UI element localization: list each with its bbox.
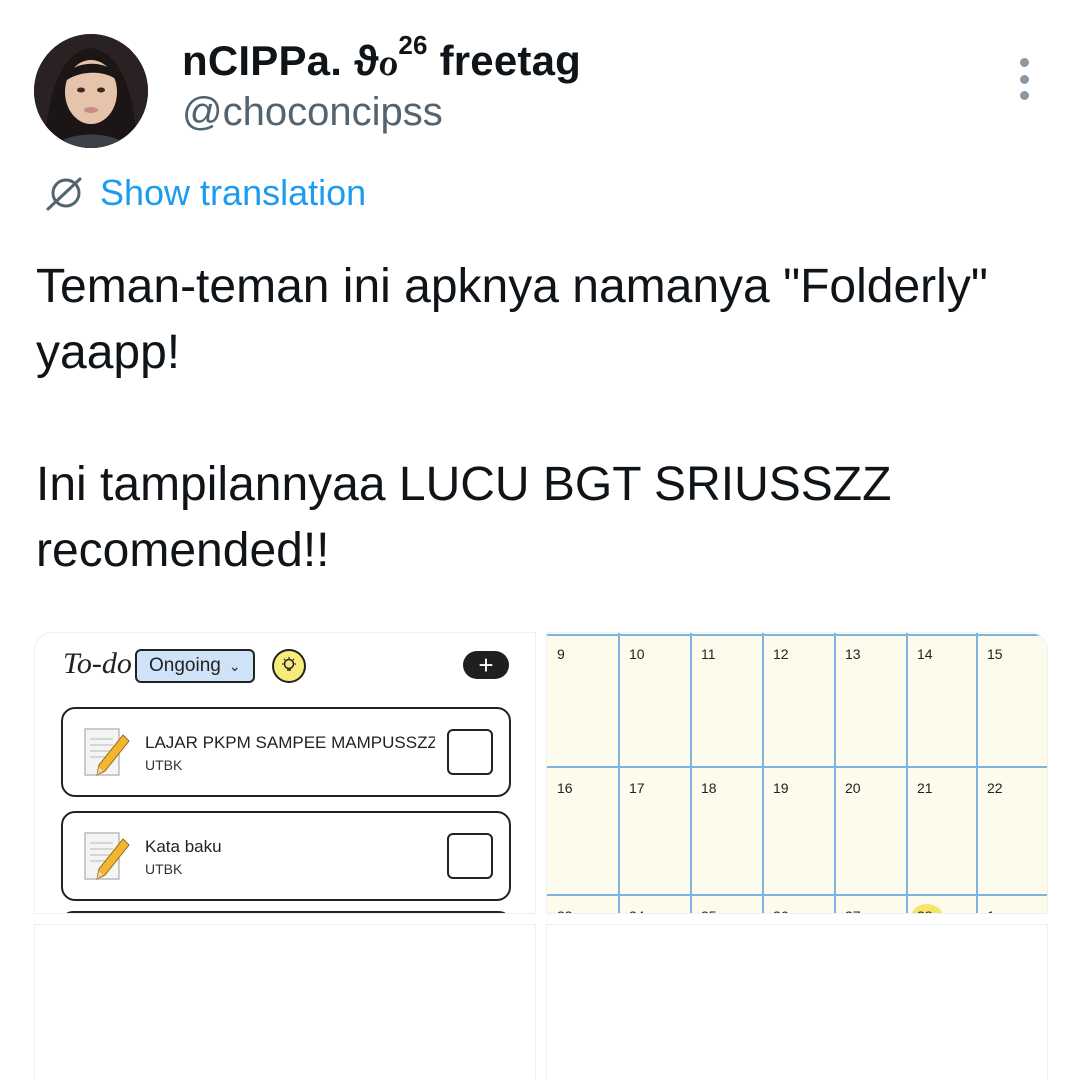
media-image-3[interactable] [34, 924, 536, 1080]
calendar-grid: 9 10 11 12 13 14 15 16 17 18 19 20 21 22 23 24 25 26 27 28 1 [547, 633, 1047, 913]
task-checkbox[interactable] [447, 833, 493, 879]
lightbulb-button[interactable] [272, 649, 306, 683]
tweet-paragraph: Teman-teman ini apknya namanya "Folderly… [36, 260, 988, 379]
show-translation-link[interactable]: Show translation [44, 172, 366, 214]
calendar-day[interactable]: 20 [845, 780, 861, 796]
display-name-superscript: 26 [398, 30, 428, 60]
task-title: Kata baku [145, 837, 222, 856]
display-name-suffix: freetag [439, 37, 582, 84]
calendar-day[interactable]: 25 [701, 908, 717, 913]
calendar-day[interactable]: 22 [987, 780, 1003, 796]
task-checkbox[interactable] [447, 729, 493, 775]
calendar-day[interactable]: 27 [845, 908, 861, 913]
task-card[interactable]: LAJAR PKPM SAMPEE MAMPUSSZZ! UTBK [61, 707, 511, 797]
todo-filter-dropdown[interactable]: Ongoing ⌄ [135, 649, 255, 683]
media-image-4[interactable] [546, 924, 1048, 1080]
calendar-day[interactable]: 17 [629, 780, 645, 796]
show-translation-label: Show translation [100, 172, 367, 213]
media-image-todo[interactable]: To-do Ongoing ⌄ + LAJAR PKPM SAMPEE MAMP… [34, 632, 536, 914]
calendar-day[interactable]: 26 [773, 908, 789, 913]
calendar-day[interactable]: 9 [557, 646, 565, 662]
task-title: LAJAR PKPM SAMPEE MAMPUSSZZ! [145, 733, 435, 752]
media-image-calendar[interactable]: 9 10 11 12 13 14 15 16 17 18 19 20 21 22 23 24 25 26 27 28 1 [546, 632, 1048, 914]
calendar-day[interactable]: 10 [629, 646, 645, 662]
calendar-day[interactable]: 15 [987, 646, 1003, 662]
task-tag: UTBK [145, 861, 183, 877]
media-grid: To-do Ongoing ⌄ + LAJAR PKPM SAMPEE MAMP… [34, 632, 1048, 1080]
calendar-day[interactable]: 11 [701, 646, 716, 662]
calendar-day[interactable]: 23 [557, 908, 573, 913]
task-card[interactable]: Kata baku UTBK [61, 811, 511, 901]
calendar-day[interactable]: 24 [629, 908, 645, 913]
note-pencil-icon [84, 832, 130, 880]
task-tag: UTBK [145, 757, 183, 773]
user-handle[interactable]: @choconcipss [182, 90, 443, 135]
task-card-peek [61, 911, 511, 913]
calendar-day[interactable]: 16 [557, 780, 573, 796]
todo-filter-label: Ongoing [149, 655, 221, 676]
globe-slash-icon [46, 177, 82, 211]
calendar-day[interactable]: 18 [701, 780, 717, 796]
calendar-day[interactable]: 1 [987, 908, 995, 913]
tweet-detail: nCIPPa. ϑℴ26 freetag @choconcipss Show t… [0, 0, 1080, 1080]
note-pencil-icon [84, 728, 130, 776]
tweet-paragraph: Ini tampilannyaa LUCU BGT SRIUSSZZ recom… [36, 458, 892, 577]
calendar-day[interactable]: 21 [917, 780, 933, 796]
more-dot-icon [1019, 74, 1029, 84]
lightbulb-icon [282, 657, 296, 671]
add-task-button[interactable]: + [463, 651, 509, 679]
more-dot-icon [1019, 58, 1029, 67]
more-dot-icon [1019, 91, 1029, 100]
display-name[interactable]: nCIPPa. ϑℴ26 freetag [182, 30, 582, 85]
todo-title: To-do [63, 647, 132, 680]
display-name-text: nCIPPa. ϑℴ [182, 37, 399, 84]
calendar-day[interactable]: 28 [917, 908, 933, 913]
avatar[interactable] [34, 34, 148, 148]
chevron-down-icon: ⌄ [228, 657, 241, 674]
tweet-body: Teman-teman ini apknya namanya "Folderly… [36, 254, 1046, 584]
calendar-day[interactable]: 14 [917, 646, 933, 662]
calendar-day[interactable]: 12 [773, 646, 789, 662]
more-options-button[interactable] [1012, 58, 1036, 100]
avatar-photo [34, 34, 148, 148]
calendar-day[interactable]: 13 [845, 646, 861, 662]
calendar-day[interactable]: 19 [773, 780, 789, 796]
